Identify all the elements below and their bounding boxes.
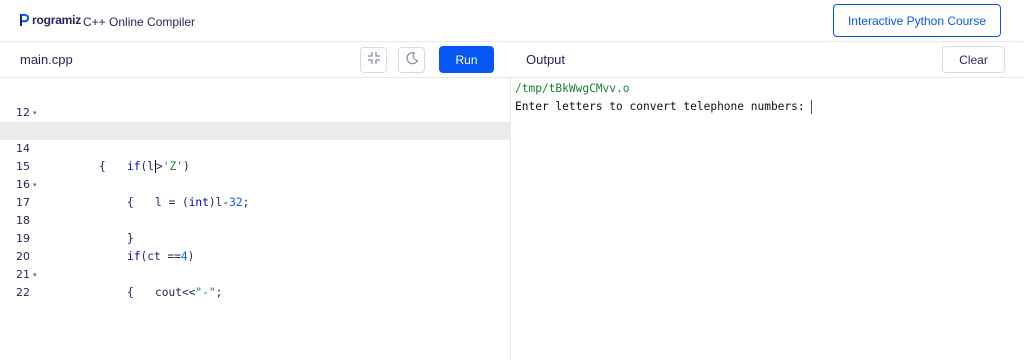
theme-toggle-button[interactable] bbox=[398, 47, 425, 73]
run-button[interactable]: Run bbox=[439, 46, 494, 73]
programiz-logo[interactable]: rogramiz bbox=[20, 13, 81, 27]
code-line: 19 if(ct ==4) bbox=[0, 212, 510, 263]
fullscreen-exit-icon bbox=[367, 51, 381, 70]
code-line: 12 if(l!=' '&& l>='A'&& l <='z') bbox=[0, 86, 510, 137]
code-line: 20 ▾ { bbox=[0, 230, 510, 299]
code-line: 22 } bbox=[0, 266, 510, 299]
output-path: /tmp/tBkWwgCMvv.o bbox=[515, 82, 630, 95]
input-caret bbox=[810, 100, 812, 114]
interactive-python-course-button[interactable]: Interactive Python Course bbox=[833, 4, 1001, 37]
app-title: C++ Online Compiler bbox=[83, 15, 196, 29]
code-line: 13 ▾ { bbox=[0, 104, 510, 173]
code-line: 15 ▾ { bbox=[0, 140, 510, 209]
code-line: 23 switch(l) bbox=[0, 284, 510, 302]
top-bar: rogramiz C++ Online Compiler Interactive… bbox=[0, 0, 1024, 42]
line-number: 23 bbox=[0, 302, 44, 304]
output-prompt: Enter letters to convert telephone numbe… bbox=[515, 100, 805, 113]
code-line: 16 l = (int)l-32; bbox=[0, 158, 510, 209]
output-title: Output bbox=[526, 52, 566, 67]
code-line: 18 } bbox=[0, 194, 510, 245]
clear-button[interactable]: Clear bbox=[942, 46, 1005, 73]
fullscreen-exit-button[interactable] bbox=[360, 47, 387, 73]
code-text: } bbox=[127, 302, 134, 304]
code-line: 17 bbox=[0, 176, 510, 209]
logo-icon bbox=[20, 13, 30, 27]
fold-toggle-icon[interactable]: ▾ bbox=[33, 104, 37, 122]
code-line: 21 cout<<"-"; bbox=[0, 248, 510, 299]
output-header: Output Clear bbox=[511, 42, 1024, 78]
code-line-active: 14 if(l >'Z') bbox=[0, 122, 510, 173]
logo-text: rogramiz bbox=[32, 13, 82, 27]
file-tab-main-cpp[interactable]: main.cpp bbox=[20, 52, 73, 67]
editor-pane: main.cpp Run 12 if(l!=' ' bbox=[0, 42, 511, 360]
output-console[interactable]: Enter letters to convert telephone numbe… bbox=[515, 98, 812, 116]
moon-icon bbox=[405, 51, 419, 70]
editor-header: main.cpp Run bbox=[0, 42, 511, 78]
code-editor[interactable]: 12 if(l!=' '&& l>='A'&& l <='z') 13 ▾ { … bbox=[0, 78, 510, 304]
output-pane: Output Clear /tmp/tBkWwgCMvv.o Enter let… bbox=[511, 42, 1024, 360]
